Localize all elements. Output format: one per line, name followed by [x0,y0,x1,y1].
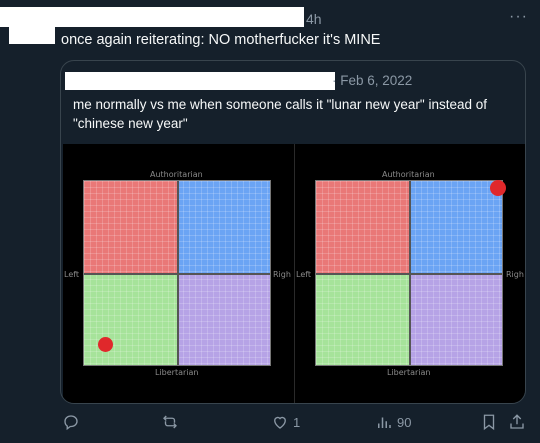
political-compass-normal [83,180,271,366]
share-icon [510,414,524,429]
label-authoritarian: Authoritarian [150,170,203,179]
like-count: 1 [293,414,301,430]
label-libertarian: Libertarian [155,368,199,377]
views-count: 90 [397,414,412,430]
quadrant-authoritarian-left [316,181,409,273]
label-right: Righ [506,270,524,279]
quadrant-authoritarian-left [84,181,177,273]
redacted-handle [9,27,55,44]
political-compass-meme-image[interactable]: Authoritarian Libertarian Left Righ Auth… [63,144,525,403]
redacted-quote-author [65,72,335,90]
tweet-time[interactable]: 4h [306,11,322,27]
quadrant-authoritarian-right [409,181,502,273]
position-dot [98,337,113,352]
label-left: Left [64,270,80,279]
quadrant-authoritarian-right [177,181,270,273]
quote-date[interactable]: · Feb 6, 2022 [332,73,412,88]
tweet-text: once again reiterating: NO motherfucker … [61,32,381,48]
label-right: Righ [273,270,291,279]
quadrant-libertarian-left [316,273,409,365]
horizontal-axis [316,273,502,275]
reply-button[interactable] [62,413,84,431]
label-libertarian: Libertarian [387,368,431,377]
quoted-tweet-card[interactable]: · Feb 6, 2022 me normally vs me when som… [60,60,526,404]
views-icon [378,417,391,428]
quote-text: me normally vs me when someone calls it … [73,97,488,131]
label-left: Left [296,270,312,279]
quadrant-libertarian-right [177,273,270,365]
share-button[interactable] [508,413,526,431]
reply-icon [64,415,78,431]
like-button[interactable]: 1 [271,413,300,431]
bookmark-icon [483,414,495,431]
redacted-name [0,7,304,27]
bookmark-button[interactable] [480,413,498,431]
label-authoritarian: Authoritarian [382,170,435,179]
quadrant-libertarian-right [409,273,502,365]
more-options-icon[interactable]: ··· [509,8,528,26]
position-dot [490,180,506,196]
heart-icon [274,416,286,429]
political-compass-lunar-new-year [315,180,506,366]
horizontal-axis [84,273,270,275]
image-divider [294,144,295,403]
retweet-icon [163,415,177,429]
retweet-button[interactable] [161,413,183,431]
quadrant-libertarian-left [84,273,177,365]
views-button[interactable]: 90 [375,413,411,431]
